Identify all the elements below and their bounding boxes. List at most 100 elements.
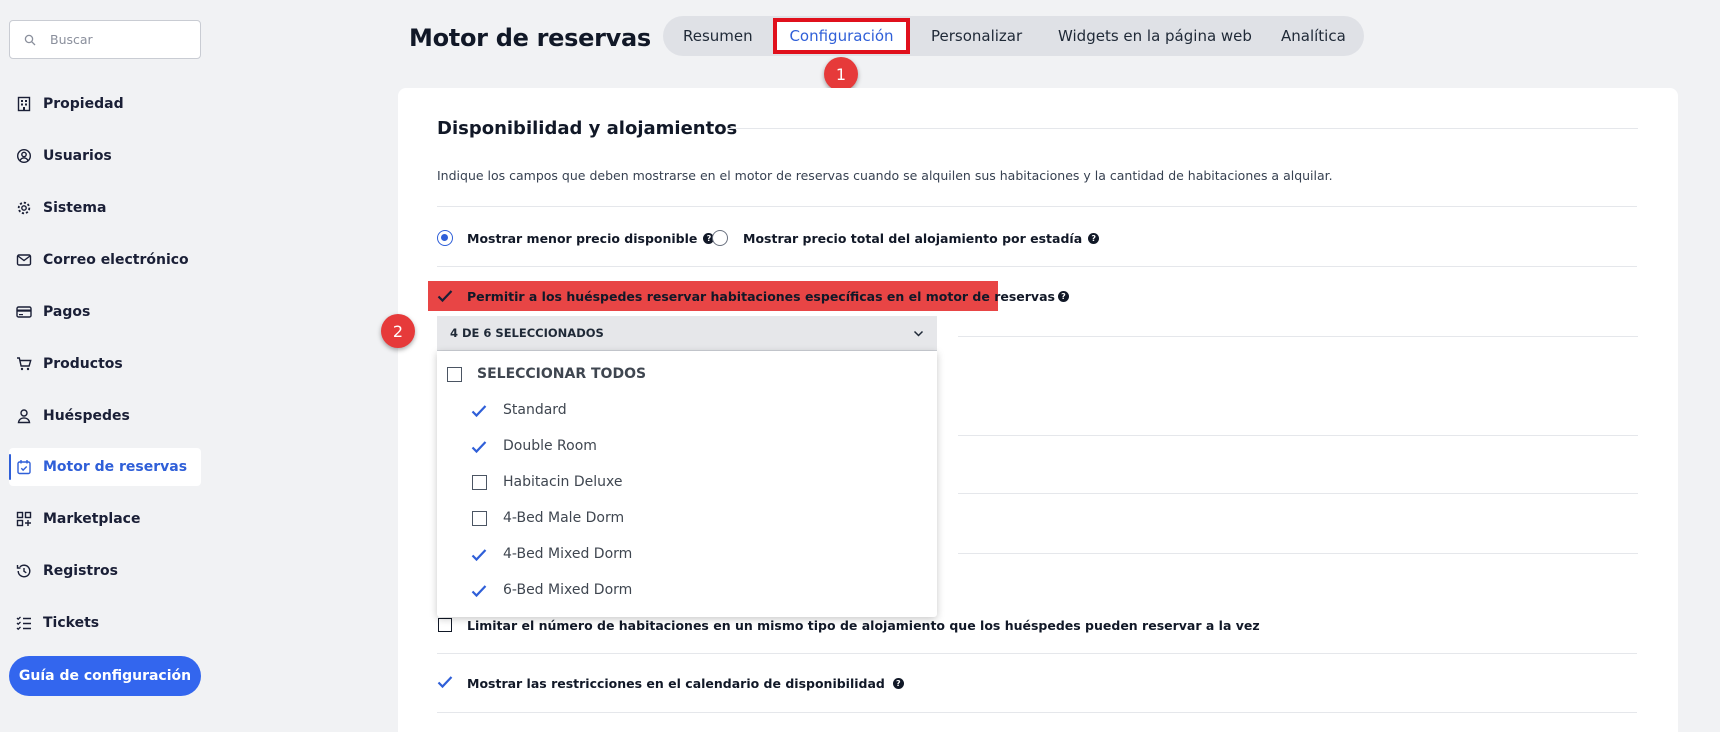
room-option-standard[interactable]: Standard xyxy=(437,395,937,425)
search-box[interactable]: Buscar xyxy=(9,20,201,59)
checklist-icon xyxy=(16,616,31,631)
section-title: Disponibilidad y alojamientos xyxy=(437,118,738,139)
tab-widgets[interactable]: Widgets en la página web xyxy=(1058,16,1252,56)
room-option-deluxe[interactable]: Habitacin Deluxe xyxy=(437,467,937,497)
sidebar-item-correo[interactable]: Correo electrónico xyxy=(9,241,201,279)
setup-guide-button[interactable]: Guía de configuración xyxy=(9,656,201,696)
sidebar-item-label: Productos xyxy=(43,356,123,372)
sidebar: Buscar Propiedad Usuarios Sistema Correo… xyxy=(0,0,210,732)
option-total-price: Mostrar precio total del alojamiento por… xyxy=(743,230,1100,246)
room-select-panel: SELECCIONAR TODOS Standard Double Room H… xyxy=(437,351,937,617)
sidebar-item-label: Registros xyxy=(43,563,118,579)
divider xyxy=(726,128,1638,129)
help-icon[interactable]: ? xyxy=(892,677,904,689)
sidebar-item-label: Motor de reservas xyxy=(43,459,188,475)
option-label: Mostrar las restricciones en el calendar… xyxy=(467,675,885,691)
divider xyxy=(958,336,1638,337)
sidebar-item-label: Usuarios xyxy=(43,148,112,164)
user-circle-icon xyxy=(16,148,32,164)
mail-icon xyxy=(16,254,32,266)
limit-rooms-checkbox[interactable] xyxy=(438,618,452,632)
show-restrictions-row: Mostrar las restricciones en el calendar… xyxy=(467,675,904,691)
room-option-label: 6-Bed Mixed Dorm xyxy=(503,582,633,598)
gear-icon xyxy=(17,201,31,215)
sidebar-item-motor-de-reservas[interactable]: Motor de reservas xyxy=(9,448,201,486)
sidebar-item-sistema[interactable]: Sistema xyxy=(9,189,201,227)
divider xyxy=(437,712,1637,713)
settings-card: Disponibilidad y alojamientos Indique lo… xyxy=(398,88,1678,732)
allow-specific-rooms-row[interactable]: Permitir a los huéspedes reservar habita… xyxy=(428,281,1069,311)
help-icon[interactable]: ? xyxy=(1057,290,1069,302)
calendar-check-icon xyxy=(17,460,31,475)
option-label: Mostrar precio total del alojamiento por… xyxy=(743,230,1083,246)
step-marker-1: 1 xyxy=(824,57,858,91)
sidebar-item-marketplace[interactable]: Marketplace xyxy=(9,500,201,538)
option-label: Permitir a los huéspedes reservar habita… xyxy=(467,288,1055,304)
room-select-summary: 4 DE 6 SELECCIONADOS xyxy=(450,326,604,340)
check-icon xyxy=(471,441,487,454)
room-option-label: 4-Bed Mixed Dorm xyxy=(503,546,633,562)
select-all-option[interactable]: SELECCIONAR TODOS xyxy=(437,359,937,389)
chevron-down-icon xyxy=(913,330,924,337)
allow-specific-rooms-label: Permitir a los huéspedes reservar habita… xyxy=(467,288,1069,304)
check-icon xyxy=(471,549,487,562)
room-select-dropdown[interactable]: 4 DE 6 SELECCIONADOS xyxy=(437,316,937,351)
sidebar-item-pagos[interactable]: Pagos xyxy=(9,293,201,331)
check-icon xyxy=(471,405,487,418)
divider xyxy=(958,493,1638,494)
sidebar-item-label: Propiedad xyxy=(43,96,124,112)
room-option-label: 4-Bed Male Dorm xyxy=(503,510,625,526)
page-title: Motor de reservas xyxy=(409,24,651,52)
sidebar-item-propiedad[interactable]: Propiedad xyxy=(9,85,201,123)
sidebar-item-usuarios[interactable]: Usuarios xyxy=(9,137,201,175)
sidebar-item-label: Sistema xyxy=(43,200,107,216)
divider xyxy=(437,206,1637,207)
limit-rooms-label: Limitar el número de habitaciones en un … xyxy=(467,617,1260,633)
sidebar-item-tickets[interactable]: Tickets xyxy=(9,604,201,642)
room-option-4bed-male[interactable]: 4-Bed Male Dorm xyxy=(437,503,937,533)
sidebar-item-label: Tickets xyxy=(43,615,100,631)
radio-lowest-price[interactable] xyxy=(437,230,453,246)
checkbox[interactable] xyxy=(447,367,462,382)
help-icon[interactable]: ? xyxy=(1088,232,1100,244)
tab-analitica[interactable]: Analítica xyxy=(1281,16,1346,56)
sidebar-item-label: Huéspedes xyxy=(43,408,130,424)
room-option-6bed-mixed[interactable]: 6-Bed Mixed Dorm xyxy=(437,575,937,605)
check-icon xyxy=(471,585,487,598)
section-description: Indique los campos que deben mostrarse e… xyxy=(437,168,1333,183)
divider xyxy=(958,553,1638,554)
tab-bar: Resumen Configuración Personalizar Widge… xyxy=(663,16,1364,56)
room-option-label: Double Room xyxy=(503,438,597,454)
building-icon xyxy=(17,96,31,112)
cart-icon xyxy=(17,357,32,371)
person-icon xyxy=(17,409,31,424)
checkbox[interactable] xyxy=(472,511,487,526)
grid-plus-icon xyxy=(16,511,32,527)
sidebar-item-huespedes[interactable]: Huéspedes xyxy=(9,397,201,435)
tab-personalizar[interactable]: Personalizar xyxy=(931,16,1022,56)
credit-card-icon xyxy=(16,306,32,318)
search-input[interactable]: Buscar xyxy=(50,32,93,47)
divider xyxy=(437,266,1637,267)
select-all-label: SELECCIONAR TODOS xyxy=(477,366,647,382)
step-marker-2: 2 xyxy=(381,314,415,348)
tab-resumen[interactable]: Resumen xyxy=(683,16,753,56)
radio-total-price[interactable] xyxy=(712,230,728,246)
room-option-double[interactable]: Double Room xyxy=(437,431,937,461)
room-option-label: Standard xyxy=(503,402,567,418)
option-label: Mostrar menor precio disponible xyxy=(467,230,698,246)
divider xyxy=(958,435,1638,436)
check-icon[interactable] xyxy=(437,675,453,689)
tab-configuracion[interactable]: Configuración xyxy=(773,18,910,54)
room-option-label: Habitacin Deluxe xyxy=(503,474,623,490)
sidebar-item-label: Correo electrónico xyxy=(43,252,189,268)
room-option-4bed-mixed[interactable]: 4-Bed Mixed Dorm xyxy=(437,539,937,569)
check-icon xyxy=(437,290,453,303)
checkbox[interactable] xyxy=(472,475,487,490)
sidebar-item-label: Marketplace xyxy=(43,511,141,527)
divider xyxy=(437,653,1637,654)
search-icon xyxy=(24,34,36,45)
option-lowest-price: Mostrar menor precio disponible ? xyxy=(467,230,715,246)
sidebar-item-registros[interactable]: Registros xyxy=(9,552,201,590)
sidebar-item-productos[interactable]: Productos xyxy=(9,345,201,383)
